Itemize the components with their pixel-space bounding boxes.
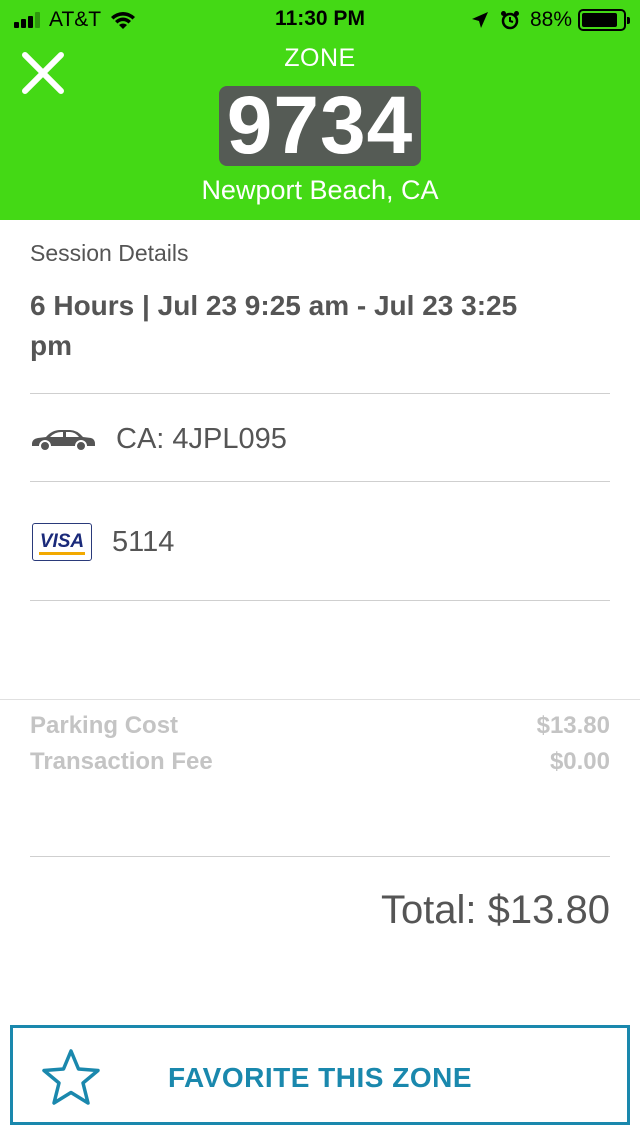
fee-row-parking: Parking Cost $13.80 bbox=[30, 712, 610, 740]
zone-label: ZONE bbox=[284, 44, 356, 72]
status-bar: AT&T 11:30 PM 88% bbox=[0, 0, 640, 40]
fee-amount: $13.80 bbox=[536, 712, 610, 739]
divider bbox=[30, 393, 610, 394]
zone-city: Newport Beach, CA bbox=[201, 175, 439, 205]
license-plate: CA: 4JPL095 bbox=[116, 422, 287, 455]
favorite-zone-button[interactable]: FAVORITE THIS ZONE bbox=[10, 1025, 630, 1125]
alarm-icon bbox=[500, 11, 519, 30]
divider bbox=[30, 856, 610, 857]
payment-row: VISA 5114 bbox=[32, 522, 174, 562]
fee-row-transaction: Transaction Fee $0.00 bbox=[30, 748, 610, 776]
session-time-range: 6 Hours | Jul 23 9:25 am - Jul 23 3:25 p… bbox=[30, 290, 518, 361]
divider bbox=[0, 699, 640, 700]
fee-label: Parking Cost bbox=[30, 712, 179, 739]
vehicle-row: CA: 4JPL095 bbox=[30, 420, 287, 458]
divider bbox=[30, 600, 610, 601]
visa-card-icon: VISA bbox=[32, 523, 92, 561]
car-icon bbox=[32, 430, 95, 452]
zone-number: 9734 bbox=[218, 85, 422, 167]
divider bbox=[30, 481, 610, 482]
fee-amount: $0.00 bbox=[549, 748, 610, 775]
location-arrow-icon bbox=[471, 12, 488, 28]
battery-icon bbox=[578, 9, 630, 31]
battery-percent: 88% bbox=[529, 8, 572, 31]
total-amount: Total: $13.80 bbox=[380, 888, 610, 932]
card-last4: 5114 bbox=[112, 525, 175, 558]
header: AT&T 11:30 PM 88% ZONE 9734 Newport Beac… bbox=[0, 0, 640, 220]
fee-label: Transaction Fee bbox=[30, 748, 213, 775]
section-label: Session Details bbox=[30, 240, 189, 266]
favorite-zone-label: FAVORITE THIS ZONE bbox=[167, 1062, 473, 1093]
